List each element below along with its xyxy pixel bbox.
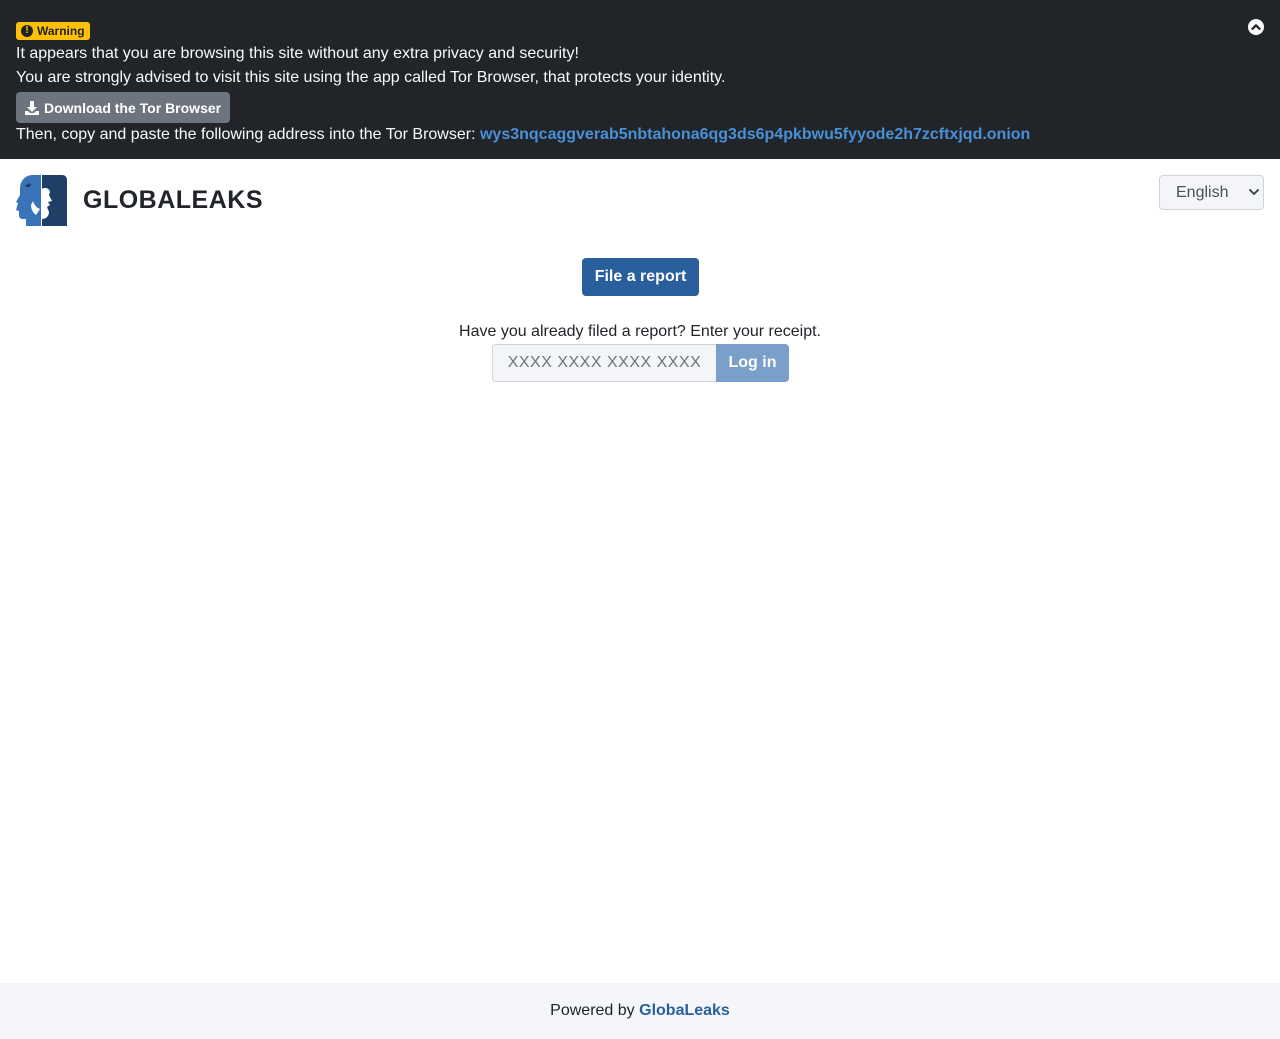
warning-badge-label: Warning <box>37 24 85 38</box>
globaleaks-logo <box>16 175 67 226</box>
copy-address-text: Then, copy and paste the following addre… <box>16 126 476 143</box>
download-icon <box>25 100 39 115</box>
receipt-prompt: Have you already filed a report? Enter y… <box>459 323 821 340</box>
powered-by-text: Powered by <box>550 1002 635 1019</box>
collapse-banner-button[interactable] <box>1248 19 1264 35</box>
onion-address-line: Then, copy and paste the following addre… <box>16 123 1264 147</box>
exclamation-circle-icon: ! <box>21 25 33 37</box>
receipt-login-form: Log in <box>492 344 789 382</box>
download-tor-button[interactable]: Download the Tor Browser <box>16 92 231 123</box>
language-select[interactable]: English <box>1159 175 1264 210</box>
warning-badge: ! Warning <box>16 22 90 40</box>
footer: Powered by GlobaLeaks <box>0 983 1280 1039</box>
tor-advice-text: You are strongly advised to visit this s… <box>16 69 726 86</box>
globaleaks-link[interactable]: GlobaLeaks <box>639 1002 730 1019</box>
download-tor-label: Download the Tor Browser <box>44 99 222 116</box>
receipt-input[interactable] <box>492 344 716 382</box>
site-title: GLOBALEAKS <box>83 186 263 214</box>
chevron-up-circle-icon <box>1251 24 1261 30</box>
tor-warning-banner: ! Warning It appears that you are browsi… <box>0 0 1280 159</box>
onion-address-link[interactable]: wys3nqcaggverab5nbtahona6qg3ds6p4pkbwu5f… <box>480 126 1030 143</box>
file-report-button[interactable]: File a report <box>582 258 699 296</box>
privacy-warning-text: It appears that you are browsing this si… <box>16 45 579 62</box>
login-button[interactable]: Log in <box>716 344 789 382</box>
